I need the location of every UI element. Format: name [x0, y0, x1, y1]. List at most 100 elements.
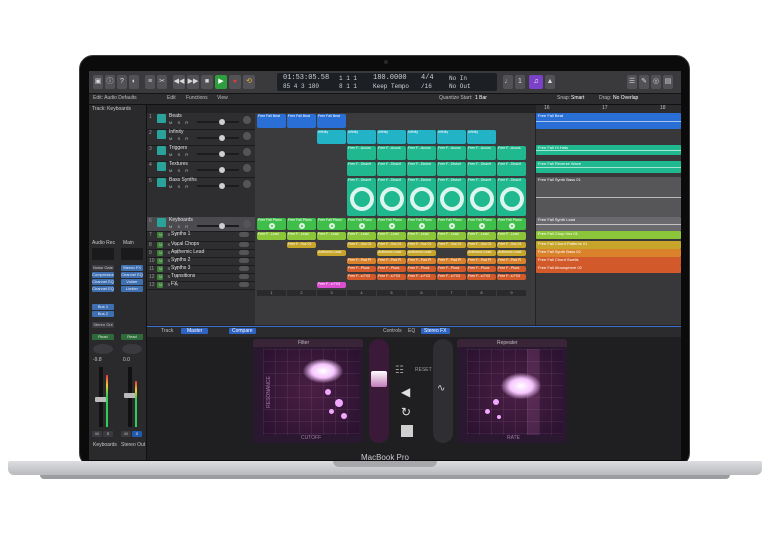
live-loop-cell[interactable]: Free Fall Piano [497, 218, 526, 230]
lcd-tempo[interactable]: 180.0000 [373, 74, 407, 82]
scene-trigger[interactable]: 2 [287, 290, 316, 296]
live-loop-cell[interactable]: Free F...Lead [257, 232, 286, 240]
track-header[interactable]: 3 Triggers M S R [147, 145, 255, 162]
live-loop-cell[interactable]: Infinity [347, 130, 376, 144]
automation-read-left[interactable]: Read [92, 334, 114, 340]
repeater-pad[interactable]: Repeater RATE [457, 339, 567, 443]
live-loop-cell[interactable]: Free F...Distort [467, 178, 496, 216]
sliders-icon[interactable]: ☷ [395, 365, 407, 377]
browser-button[interactable]: ▤ [663, 75, 673, 89]
volume-slider-handle[interactable] [219, 119, 225, 125]
tab-master[interactable]: Master [181, 328, 209, 334]
track-toggle[interactable] [239, 266, 249, 271]
mute-solo-record-buttons[interactable]: M S R [169, 224, 190, 229]
track-toggle[interactable] [239, 250, 249, 255]
live-loop-cell[interactable]: Free F...Lead [287, 232, 316, 240]
track-toggle[interactable] [239, 242, 249, 247]
live-loop-cell[interactable]: Free F...Pluck [467, 266, 496, 272]
rewind-button[interactable]: ◀◀ [173, 75, 185, 89]
track-toggle[interactable] [239, 274, 249, 279]
timeline-region[interactable]: Free Fall Beat [536, 113, 681, 129]
timeline-region[interactable]: Free Fall Chord Patterns 01 [536, 241, 681, 249]
live-loop-cell[interactable]: Free F...Distort [347, 178, 376, 216]
track-header[interactable]: 2 Infinity M S R [147, 129, 255, 146]
live-loop-cell[interactable]: Free F...Lead [347, 232, 376, 240]
inspector-button[interactable]: ⓘ [105, 75, 115, 89]
volume-slider[interactable] [197, 167, 239, 173]
live-loop-cell[interactable]: Infinity [317, 130, 346, 144]
live-loop-cell[interactable]: Free Fall Beat [317, 114, 346, 128]
tab-stereo-fx[interactable]: Stereo FX [421, 328, 450, 334]
timeline-region[interactable]: Free Fall Synth Bass 02 [536, 249, 681, 257]
eq-thumbnail-right[interactable] [121, 248, 143, 260]
quantize-value[interactable]: 1 Bar [475, 95, 487, 101]
live-loop-cell[interactable]: Free Fall Beat [257, 114, 286, 128]
live-loop-cell[interactable]: Free F...Distort [347, 162, 376, 176]
editors-button[interactable]: ✂ [157, 75, 167, 89]
live-loop-cell[interactable]: Anthemic Lead [497, 250, 526, 256]
volume-slider[interactable] [197, 183, 239, 189]
live-loop-cell[interactable]: Free F...Distort [407, 162, 436, 176]
track-toggle[interactable] [239, 282, 249, 287]
live-loop-cell[interactable]: Free F...Vox 01 [497, 242, 526, 248]
live-loop-cell[interactable]: Free F...Distort [437, 162, 466, 176]
live-loop-cell[interactable]: Free F...Lead [467, 232, 496, 240]
live-loop-cell[interactable]: Free F...Distort [377, 178, 406, 216]
live-loop-cell[interactable]: Free F...Lead [377, 232, 406, 240]
live-loop-cell[interactable]: Free F...Distort [497, 178, 526, 216]
live-loop-cell[interactable]: Free F...Lead [497, 232, 526, 240]
filter-pad[interactable]: Filter CUTOFF RESONANCE [253, 339, 363, 443]
send-bus-2[interactable]: Bus 2 [92, 311, 114, 317]
live-loop-cell[interactable]: Free F...s FX3 [437, 274, 466, 280]
live-loop-cell[interactable]: Free F...Acous [437, 146, 466, 160]
live-loop-cell[interactable]: Free F...Pluck [437, 266, 466, 272]
edit-menu[interactable]: Edit [167, 95, 176, 101]
live-loop-cell[interactable]: Free F...Vox 01 [287, 242, 316, 248]
solo-left[interactable]: S [103, 431, 113, 437]
live-loop-cell[interactable]: Free Fall Piano [287, 218, 316, 230]
lcd-signature[interactable]: 4/4 [421, 74, 434, 82]
live-loop-cell[interactable]: Free F...Pluck [497, 266, 526, 272]
volume-slider[interactable] [197, 151, 239, 157]
live-loop-cell[interactable]: Free F...Pluck [377, 266, 406, 272]
track-toggle[interactable] [239, 258, 249, 263]
loop-browser-button[interactable]: ◎ [651, 75, 661, 89]
filter-puck[interactable] [303, 359, 343, 383]
scene-trigger[interactable]: 3 [317, 290, 346, 296]
eq-thumbnail-left[interactable] [92, 248, 114, 260]
bounce-right[interactable]: B [132, 431, 142, 437]
live-loop-cell[interactable]: Anthemic Lead [377, 250, 406, 256]
pan-knob-left[interactable] [93, 344, 113, 354]
repeater-puck[interactable] [501, 373, 541, 399]
smart-controls-button[interactable]: ◐ [129, 75, 139, 89]
live-loop-cell[interactable]: Free F...s FX3 [377, 274, 406, 280]
live-loop-cell[interactable]: Free F...Distort [467, 162, 496, 176]
loop-icon[interactable]: ↻ [401, 405, 415, 419]
master-volume-icon[interactable]: ▲ [545, 75, 555, 89]
scene-trigger[interactable]: 7 [437, 290, 466, 296]
live-loop-cell[interactable]: Free F...Pluck [347, 266, 376, 272]
track-header[interactable]: 1 Beats M S R [147, 113, 255, 130]
live-loop-cell[interactable]: Free F...Distort [407, 178, 436, 216]
track-header[interactable]: 5 Bass Synths M S R [147, 177, 255, 218]
volume-slider-handle[interactable] [219, 135, 225, 141]
live-loop-cell[interactable]: Free F...Lead [407, 232, 436, 240]
live-loop-cell[interactable]: Free F...Pad Pl [437, 258, 466, 264]
track-header[interactable]: 6 Keyboards M S R [147, 217, 255, 232]
forward-button[interactable]: ▶▶ [187, 75, 199, 89]
live-loop-cell[interactable]: Free F...Vox 01 [347, 242, 376, 248]
scene-trigger[interactable]: 8 [467, 290, 496, 296]
filter-mix-slider[interactable] [369, 339, 389, 443]
functions-menu[interactable]: Functions [186, 95, 208, 101]
plugin-right-3[interactable]: Vulder [121, 279, 143, 285]
timeline-region[interactable]: Free Fall Chord Swells [536, 257, 681, 265]
live-loop-cell[interactable]: Infinity [467, 130, 496, 144]
live-loop-cell[interactable]: Free Fall Piano [317, 218, 346, 230]
volume-slider[interactable] [197, 223, 239, 229]
mute-solo-record-buttons[interactable]: M S R [159, 282, 180, 287]
reset-button[interactable]: RESET [415, 367, 432, 373]
mute-solo-record-buttons[interactable]: M S R [159, 274, 180, 279]
send-bus-1[interactable]: Bus 1 [92, 304, 114, 310]
live-loop-cell[interactable]: Free F...s FX3 [407, 274, 436, 280]
repeater-mix-slider[interactable]: ∿ [433, 339, 453, 443]
